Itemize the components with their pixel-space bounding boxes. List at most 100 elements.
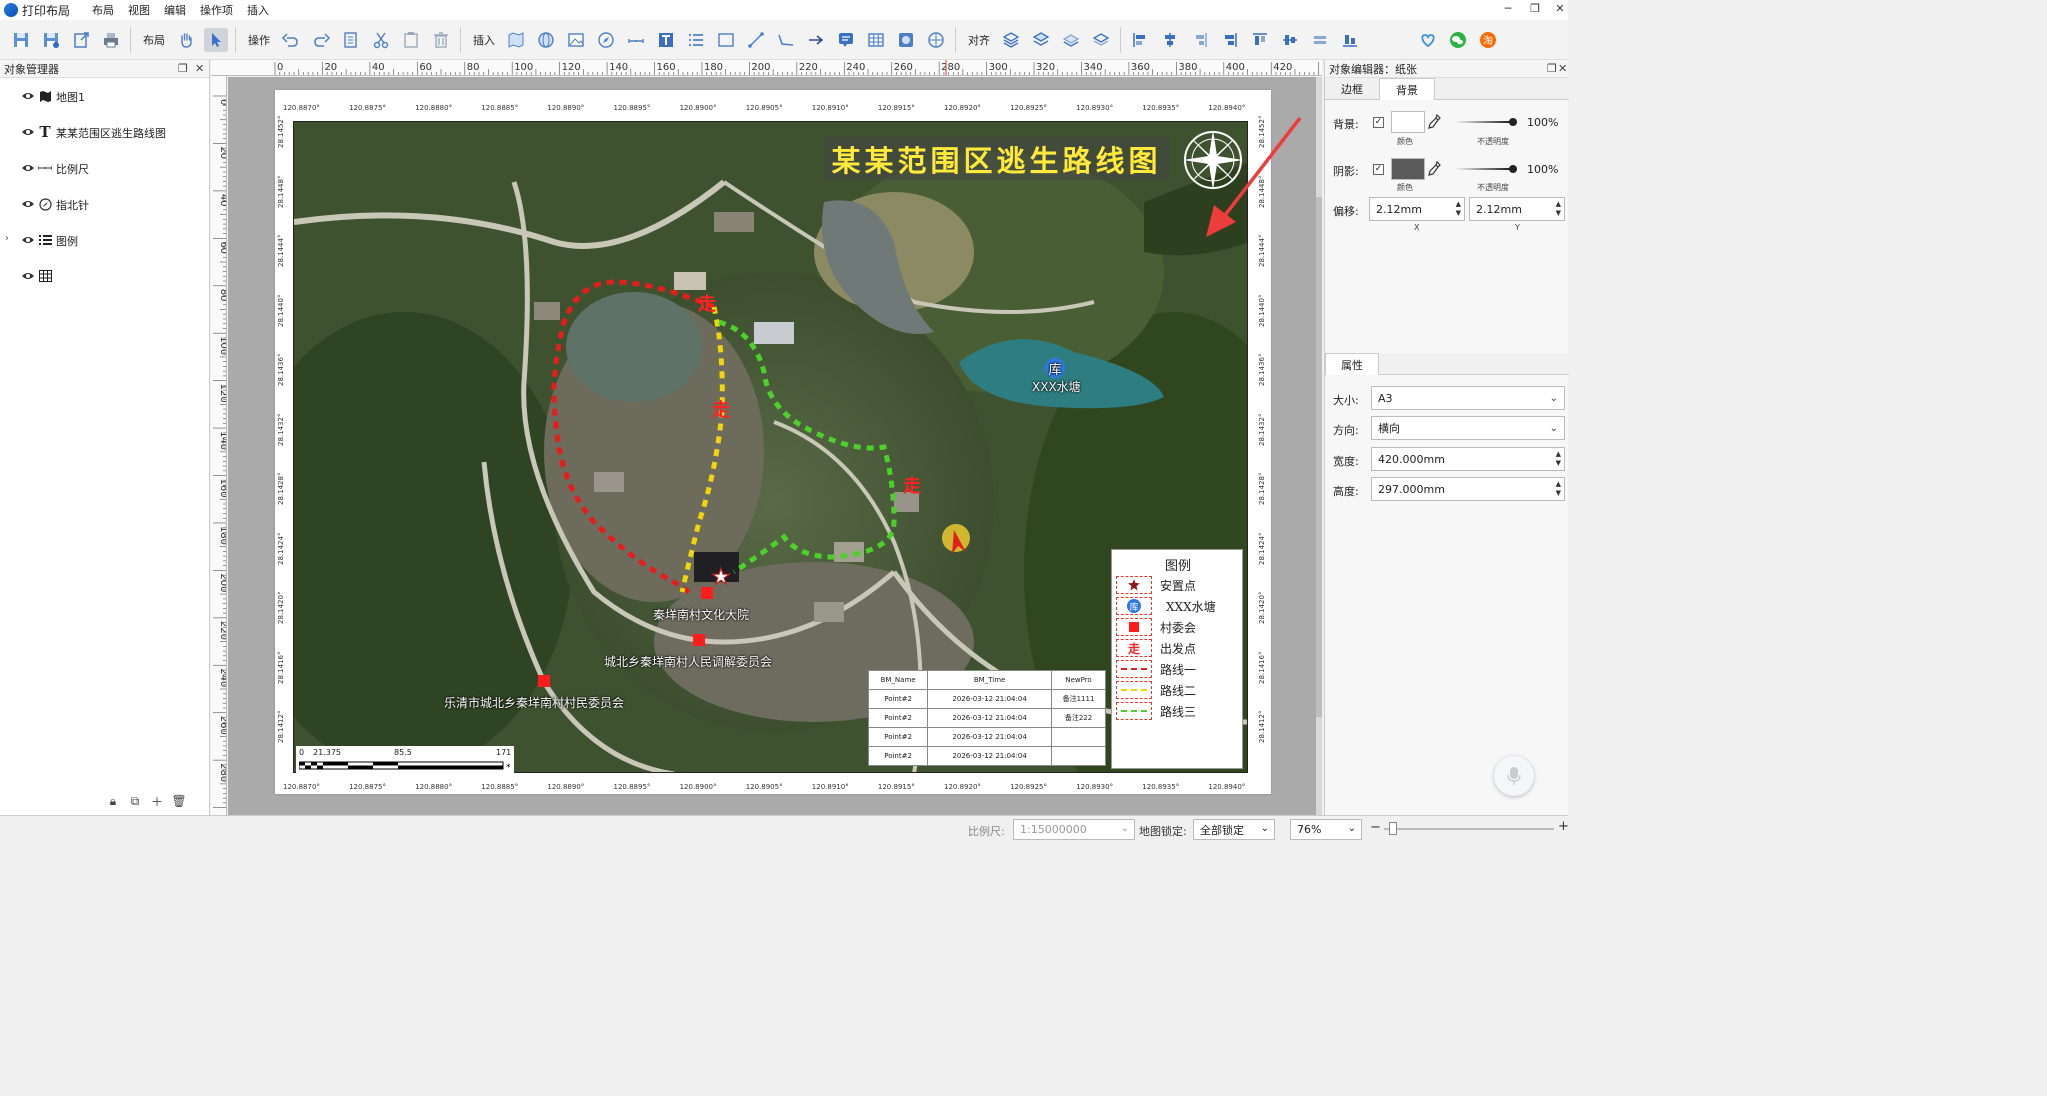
attribute-table[interactable]: BM_Name BM_Time NewPro Point#2 2026-03-1… bbox=[867, 670, 1106, 766]
insert-web-icon[interactable] bbox=[924, 28, 948, 52]
redo-icon[interactable] bbox=[309, 28, 333, 52]
insert-table-icon[interactable] bbox=[864, 28, 888, 52]
insert-line-icon[interactable] bbox=[744, 28, 768, 52]
insert-map-icon[interactable] bbox=[504, 28, 528, 52]
eye-icon[interactable] bbox=[22, 271, 34, 281]
cut-icon[interactable] bbox=[369, 28, 393, 52]
export-icon[interactable] bbox=[69, 28, 93, 52]
scale-select[interactable]: 1:15000000 ⌄ bbox=[1013, 819, 1135, 840]
eye-icon[interactable] bbox=[22, 235, 34, 245]
align-left-icon[interactable] bbox=[1128, 28, 1152, 52]
float-panel-icon[interactable]: ❐ bbox=[178, 62, 188, 75]
send-back-icon[interactable] bbox=[1029, 28, 1053, 52]
insert-text-icon[interactable] bbox=[654, 28, 678, 52]
zoom-out-icon[interactable]: − bbox=[1370, 820, 1381, 835]
wechat-icon[interactable] bbox=[1446, 28, 1470, 52]
voice-input-button[interactable] bbox=[1494, 756, 1534, 796]
paper-size-select[interactable]: A3 ⌄ bbox=[1371, 386, 1565, 410]
close-icon[interactable]: ✕ bbox=[1552, 2, 1568, 18]
heart-icon[interactable] bbox=[1416, 28, 1440, 52]
restore-icon[interactable]: ❐ bbox=[1527, 2, 1543, 18]
align-right-2-icon[interactable] bbox=[1218, 28, 1242, 52]
map-lock-select[interactable]: 全部锁定 ⌄ bbox=[1193, 819, 1275, 840]
zoom-select[interactable]: 76% ⌄ bbox=[1290, 819, 1362, 840]
align-bottom-icon[interactable] bbox=[1338, 28, 1362, 52]
insert-callout-icon[interactable] bbox=[834, 28, 858, 52]
lower-icon[interactable] bbox=[1089, 28, 1113, 52]
raise-icon[interactable] bbox=[1059, 28, 1083, 52]
zoom-slider[interactable] bbox=[1384, 828, 1554, 830]
slider-knob[interactable] bbox=[1509, 165, 1517, 173]
insert-frame-icon[interactable] bbox=[894, 28, 918, 52]
insert-image-icon[interactable] bbox=[564, 28, 588, 52]
align-vcenter-icon[interactable] bbox=[1278, 28, 1302, 52]
expand-chevron-icon[interactable]: › bbox=[5, 233, 9, 244]
duplicate-icon[interactable]: ⧉ bbox=[128, 794, 142, 808]
eyedropper-icon[interactable] bbox=[1427, 161, 1441, 177]
pan-hand-icon[interactable] bbox=[174, 28, 198, 52]
menu-operations[interactable]: 操作项 bbox=[200, 2, 233, 18]
copy-icon[interactable] bbox=[339, 28, 363, 52]
color-caption: 颜色 bbox=[1397, 183, 1413, 192]
insert-rectangle-icon[interactable] bbox=[714, 28, 738, 52]
delete-icon[interactable] bbox=[429, 28, 453, 52]
tab-border[interactable]: 边框 bbox=[1325, 78, 1379, 100]
bring-front-icon[interactable] bbox=[999, 28, 1023, 52]
trash-icon[interactable]: 🗑︎ bbox=[171, 794, 186, 808]
close-panel-icon[interactable]: ✕ bbox=[1558, 62, 1567, 75]
eye-icon[interactable] bbox=[22, 163, 34, 173]
insert-globe-icon[interactable] bbox=[534, 28, 558, 52]
shadow-opacity-slider[interactable] bbox=[1453, 168, 1513, 170]
menu-insert[interactable]: 插入 bbox=[247, 2, 269, 18]
background-checkbox[interactable]: ✓ bbox=[1373, 117, 1384, 128]
insert-scalebar-icon[interactable] bbox=[624, 28, 648, 52]
insert-arrow-icon[interactable] bbox=[804, 28, 828, 52]
select-pointer-icon[interactable] bbox=[204, 27, 228, 52]
background-color-swatch[interactable] bbox=[1391, 111, 1425, 133]
shadow-color-swatch[interactable] bbox=[1391, 158, 1425, 180]
undo-icon[interactable] bbox=[279, 28, 303, 52]
insert-compass-icon[interactable] bbox=[594, 28, 618, 52]
scrollbar-thumb[interactable] bbox=[1316, 197, 1322, 717]
tab-background[interactable]: 背景 bbox=[1379, 78, 1435, 100]
align-middle-icon[interactable] bbox=[1308, 28, 1332, 52]
add-icon[interactable]: ＋ bbox=[150, 794, 164, 809]
tab-properties[interactable]: 属性 bbox=[1325, 353, 1379, 375]
map-legend[interactable]: 图例 安置点 库 XXX水塘 村委会 ⾛ 出发点 路线一 路线二 路线三 bbox=[1111, 549, 1243, 769]
lock-icon[interactable]: 🔒︎ bbox=[106, 794, 120, 808]
offset-x-input[interactable]: 2.12mm ▲ ▼ bbox=[1369, 197, 1465, 221]
taobao-icon[interactable]: 淘 bbox=[1476, 28, 1500, 52]
tree-item-label: 图例 bbox=[56, 235, 78, 248]
menu-layout[interactable]: 布局 bbox=[92, 2, 114, 18]
minimize-icon[interactable]: ─ bbox=[1500, 2, 1516, 18]
width-input[interactable]: 420.000mm ▲ ▼ bbox=[1371, 447, 1565, 471]
menu-view[interactable]: 视图 bbox=[128, 2, 150, 18]
background-opacity-slider[interactable] bbox=[1453, 121, 1513, 123]
save-icon[interactable] bbox=[9, 28, 33, 52]
float-panel-icon[interactable]: ❐ bbox=[1547, 62, 1557, 75]
align-right-icon[interactable] bbox=[1188, 28, 1212, 52]
eye-icon[interactable] bbox=[22, 91, 34, 101]
eye-icon[interactable] bbox=[22, 127, 34, 137]
align-hcenter-icon[interactable] bbox=[1158, 28, 1182, 52]
height-input[interactable]: 297.000mm ▲ ▼ bbox=[1371, 477, 1565, 501]
scale-bar[interactable]: 0 21.375 85.5 171 * bbox=[296, 746, 514, 773]
save-as-icon[interactable] bbox=[39, 28, 63, 52]
canvas-vertical-scrollbar[interactable] bbox=[1316, 77, 1322, 815]
print-icon[interactable] bbox=[99, 28, 123, 52]
orientation-select[interactable]: 横向 ⌄ bbox=[1371, 416, 1565, 440]
slider-knob[interactable] bbox=[1509, 118, 1517, 126]
insert-polyline-icon[interactable] bbox=[774, 28, 798, 52]
shadow-checkbox[interactable]: ✓ bbox=[1373, 164, 1384, 175]
eyedropper-icon[interactable] bbox=[1427, 114, 1441, 130]
paste-icon[interactable] bbox=[399, 28, 423, 52]
map-title[interactable]: 某某范围区逃生路线图 bbox=[824, 137, 1169, 180]
insert-list-icon[interactable] bbox=[684, 28, 708, 52]
eye-icon[interactable] bbox=[22, 199, 34, 209]
close-panel-icon[interactable]: ✕ bbox=[195, 62, 204, 75]
zoom-in-icon[interactable]: + bbox=[1558, 819, 1569, 834]
offset-y-input[interactable]: 2.12mm ▲ ▼ bbox=[1469, 197, 1565, 221]
align-top-icon[interactable] bbox=[1248, 28, 1272, 52]
zoom-slider-handle[interactable] bbox=[1389, 822, 1397, 835]
menu-edit[interactable]: 编辑 bbox=[164, 2, 186, 18]
